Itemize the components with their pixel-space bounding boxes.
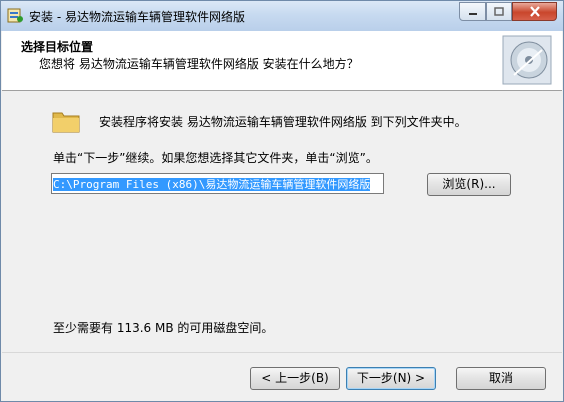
next-button[interactable]: 下一步(N) >: [346, 367, 436, 390]
maximize-icon: [494, 7, 504, 16]
folder-icon: [52, 112, 80, 133]
install-info-text: 安装程序将安装 易达物流运输车辆管理软件网络版 到下列文件夹中。: [99, 115, 467, 129]
page-subtitle: 您想将 易达物流运输车辆管理软件网络版 安装在什么地方？: [39, 57, 359, 71]
minimize-icon: [468, 12, 477, 15]
caption-buttons: [459, 2, 557, 23]
instruction-text: 单击“下一步”继续。如果您想选择其它文件夹，单击“浏览”。: [53, 151, 378, 165]
minimize-button[interactable]: [459, 2, 486, 21]
window-title: 安装 - 易达物流运输车辆管理软件网络版: [29, 10, 245, 24]
install-path-input[interactable]: C:\Program Files (x86)\易达物流运输车辆管理软件网络版: [51, 173, 384, 194]
cancel-button[interactable]: 取消: [456, 367, 546, 390]
wizard-header: 选择目标位置 您想将 易达物流运输车辆管理软件网络版 安装在什么地方？: [2, 31, 562, 91]
wizard-footer: < 上一步(B) 下一步(N) > 取消: [2, 352, 562, 402]
browse-button[interactable]: 浏览(R)...: [427, 173, 511, 196]
page-title: 选择目标位置: [21, 40, 94, 54]
install-path-value: C:\Program Files (x86)\易达物流运输车辆管理软件网络版: [53, 178, 371, 191]
installer-window: 安装 - 易达物流运输车辆管理软件网络版 选择目标位置 您想将 易达物流运输车辆…: [0, 0, 564, 402]
maximize-button[interactable]: [486, 2, 512, 21]
title-bar[interactable]: 安装 - 易达物流运输车辆管理软件网络版: [1, 1, 563, 31]
installer-icon: [7, 8, 23, 23]
cd-disc-icon: [502, 35, 552, 85]
close-icon: [529, 6, 540, 17]
back-button[interactable]: < 上一步(B): [250, 367, 340, 390]
wizard-content: 安装程序将安装 易达物流运输车辆管理软件网络版 到下列文件夹中。 单击“下一步”…: [2, 91, 562, 351]
close-button[interactable]: [512, 2, 557, 21]
disk-space-text: 至少需要有 113.6 MB 的可用磁盘空间。: [53, 321, 274, 335]
